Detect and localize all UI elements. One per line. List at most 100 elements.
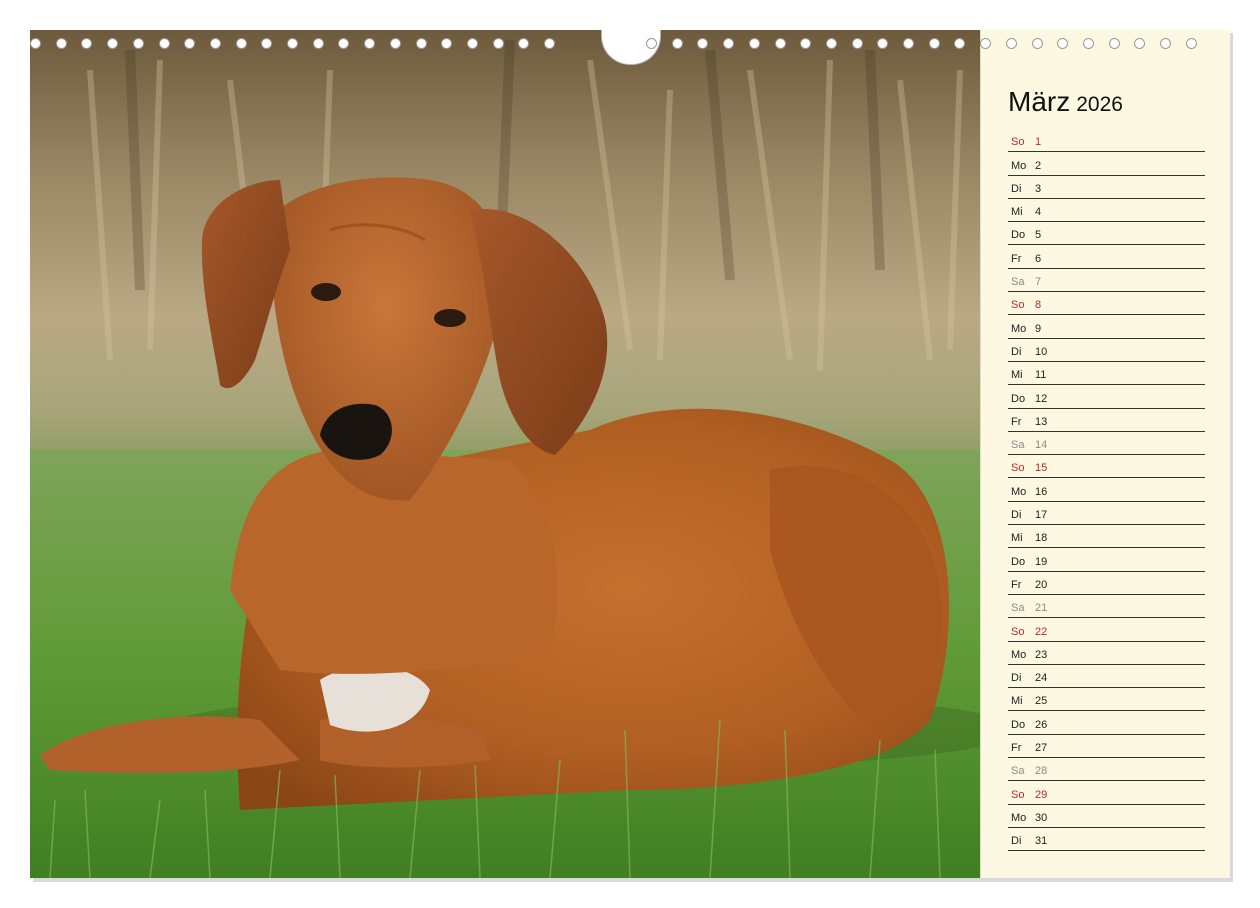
day-row: Sa 28	[1008, 758, 1205, 782]
binding-hole	[1082, 38, 1094, 49]
binding-hole	[928, 38, 940, 49]
day-number: 24	[1035, 672, 1048, 685]
day-row: Mi 25	[1008, 688, 1205, 712]
day-row: So 1	[1008, 129, 1205, 153]
binding-hole	[1185, 38, 1197, 49]
binding-hole	[903, 38, 914, 49]
binding-hole	[364, 38, 376, 49]
day-number: 27	[1035, 742, 1048, 755]
calendar-panel: März 2026 So 1 Mo 2 Di 3 Mi 4 Do 5 Fr 6 Sa 7 So 8 Mo 9 Di 10…	[980, 30, 1230, 878]
day-row: Do 5	[1008, 222, 1205, 246]
binding-hole	[851, 38, 863, 49]
day-number: 29	[1035, 788, 1048, 801]
day-row: Di 3	[1008, 176, 1205, 199]
year-label: 2026	[1076, 93, 1123, 116]
weekday-label: Mi	[1011, 369, 1023, 382]
day-number: 17	[1035, 509, 1048, 522]
binding-hole	[132, 38, 144, 49]
weekday-label: Fr	[1011, 742, 1022, 755]
day-number: 26	[1035, 718, 1048, 731]
weekday-label: Do	[1011, 718, 1026, 731]
weekday-label: So	[1011, 462, 1025, 475]
binding-hole	[389, 38, 401, 49]
day-number: 8	[1035, 299, 1042, 312]
weekday-label: Do	[1011, 392, 1026, 405]
day-list: So 1 Mo 2 Di 3 Mi 4 Do 5 Fr 6 Sa 7 So 8 Mo 9 Di 10 Mi 11 Do 12 F…	[1008, 129, 1205, 852]
binding-hole	[1160, 38, 1171, 49]
day-row: Mo 16	[1008, 478, 1205, 502]
weekday-label: Sa	[1011, 439, 1025, 452]
binding-hole	[1108, 38, 1120, 49]
day-row: Do 12	[1008, 385, 1205, 409]
day-number: 15	[1035, 462, 1048, 475]
weekday-label: Fr	[1011, 252, 1022, 265]
day-number: 23	[1035, 648, 1048, 661]
dog-photo	[30, 30, 980, 878]
weekday-label: Fr	[1011, 415, 1022, 428]
spiral-binding	[30, 30, 1230, 65]
weekday-label: Mo	[1011, 322, 1027, 335]
weekday-label: Do	[1011, 555, 1026, 568]
day-number: 3	[1035, 182, 1042, 195]
day-number: 9	[1035, 322, 1042, 335]
binding-hole	[1031, 38, 1043, 49]
weekday-label: Mo	[1011, 159, 1027, 172]
weekday-label: Mo	[1011, 811, 1027, 824]
weekday-label: Mi	[1011, 695, 1023, 708]
binding-hole	[338, 38, 350, 49]
day-number: 18	[1035, 532, 1048, 545]
binding-hole	[1005, 38, 1017, 49]
day-number: 4	[1035, 206, 1042, 219]
day-row: Sa 21	[1008, 595, 1205, 619]
day-number: 11	[1035, 369, 1047, 382]
calendar-page: März 2026 So 1 Mo 2 Di 3 Mi 4 Do 5 Fr 6 Sa 7 So 8 Mo 9 Di 10…	[30, 30, 1230, 878]
binding-hole	[518, 38, 530, 49]
binding-hole	[261, 38, 273, 49]
day-row: So 29	[1008, 781, 1205, 805]
day-number: 2	[1035, 159, 1042, 172]
weekday-label: Di	[1011, 509, 1022, 522]
day-number: 21	[1035, 602, 1048, 615]
day-row: Do 26	[1008, 711, 1205, 735]
binding-hole	[697, 38, 709, 49]
day-number: 5	[1035, 229, 1042, 242]
day-number: 14	[1035, 439, 1048, 452]
weekday-label: Sa	[1011, 602, 1025, 615]
day-row: Mo 9	[1008, 315, 1205, 339]
binding-hole	[55, 38, 67, 49]
day-row: Mi 18	[1008, 525, 1205, 549]
day-row: Di 24	[1008, 665, 1205, 689]
binding-hole	[312, 38, 324, 49]
weekday-label: Mi	[1011, 206, 1023, 219]
binding-hole	[800, 38, 812, 49]
day-row: Do 19	[1008, 548, 1205, 572]
month-title: März 2026	[1008, 86, 1123, 118]
day-number: 12	[1035, 392, 1048, 405]
day-row: Mo 30	[1008, 805, 1205, 828]
binding-hole	[646, 38, 657, 49]
day-row: Mo 2	[1008, 152, 1205, 176]
weekday-label: So	[1011, 625, 1025, 638]
weekday-label: Fr	[1011, 578, 1022, 591]
binding-hole	[466, 38, 478, 49]
day-number: 19	[1035, 555, 1048, 568]
day-number: 16	[1035, 485, 1048, 498]
binding-hole	[723, 38, 735, 49]
binding-hole	[748, 38, 760, 49]
day-row: Di 17	[1008, 502, 1205, 526]
binding-hole	[492, 38, 504, 49]
weekday-label: Di	[1011, 345, 1022, 358]
binding-hole	[158, 38, 170, 49]
day-row: Fr 20	[1008, 572, 1205, 595]
day-number: 6	[1035, 252, 1042, 265]
binding-hole	[287, 38, 298, 49]
binding-hole	[954, 38, 966, 49]
day-number: 7	[1035, 276, 1042, 289]
day-number: 20	[1035, 578, 1048, 591]
day-number: 30	[1035, 811, 1048, 824]
binding-hole	[81, 38, 93, 49]
day-row: Fr 6	[1008, 245, 1205, 269]
day-row: So 15	[1008, 455, 1205, 479]
binding-hole	[415, 38, 427, 49]
weekday-label: Sa	[1011, 765, 1025, 778]
